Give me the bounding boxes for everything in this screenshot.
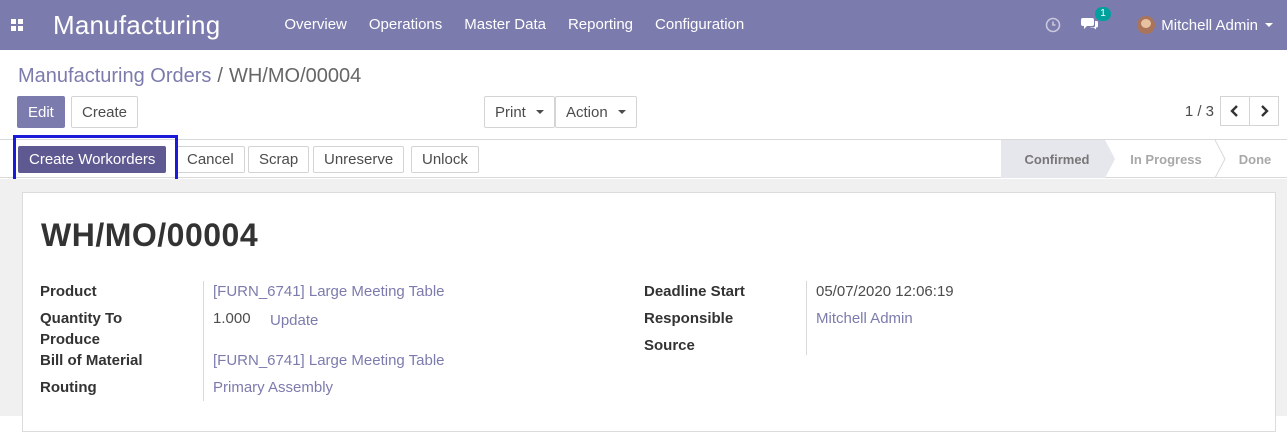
chevron-down-icon: [617, 110, 626, 114]
create-workorders-button[interactable]: Create Workorders: [18, 146, 167, 173]
unlock-button[interactable]: Unlock: [411, 146, 479, 173]
product-label: Product: [40, 283, 97, 300]
routing-label: Routing: [40, 379, 97, 396]
quantity-field: 1.000: [213, 310, 251, 327]
status-step-in-progress[interactable]: In Progress: [1105, 140, 1217, 178]
field-divider: [203, 281, 204, 401]
action-label: Action: [566, 103, 608, 121]
deadline-field: 05/07/2020 12:06:19: [816, 283, 954, 300]
breadcrumb-current: WH/MO/00004: [228, 65, 362, 87]
user-menu[interactable]: Mitchell Admin: [1137, 16, 1273, 34]
top-navbar: Manufacturing Overview Operations Master…: [0, 0, 1287, 50]
menu-item-reporting[interactable]: Reporting: [557, 0, 644, 50]
chevron-down-icon: [535, 110, 544, 114]
page-title: WH/MO/00004: [41, 217, 259, 253]
bom-label: Bill of Material: [40, 352, 143, 369]
message-count-badge: 1: [1095, 6, 1111, 21]
app-name: Manufacturing: [53, 9, 221, 40]
messaging-menu[interactable]: 1: [1081, 6, 1111, 35]
main-menu: Overview Operations Master Data Reportin…: [273, 0, 755, 50]
chevron-right-icon: [1261, 105, 1269, 117]
pager: 1 / 3: [1185, 96, 1279, 126]
breadcrumb-parent-link[interactable]: Manufacturing Orders: [18, 65, 211, 87]
field-divider: [806, 281, 807, 355]
source-label: Source: [644, 337, 695, 354]
cancel-button[interactable]: Cancel: [176, 146, 245, 173]
pager-next-button[interactable]: [1249, 96, 1279, 126]
activity-clock-icon[interactable]: [1045, 17, 1061, 33]
quantity-label-line1: Quantity To: [40, 310, 123, 327]
status-step-confirmed[interactable]: Confirmed: [1001, 140, 1115, 178]
create-button[interactable]: Create: [71, 96, 139, 128]
pager-previous-button[interactable]: [1220, 96, 1250, 126]
avatar: [1137, 16, 1156, 34]
status-step-done[interactable]: Done: [1217, 140, 1287, 178]
update-quantity-button[interactable]: Update: [270, 310, 318, 331]
form-statusbar: Create Workorders Cancel Scrap Unreserve…: [0, 140, 1287, 178]
product-field[interactable]: [FURN_6741] Large Meeting Table: [213, 281, 445, 302]
print-label: Print: [495, 103, 526, 121]
bom-field[interactable]: [FURN_6741] Large Meeting Table: [213, 350, 445, 371]
apps-menu-icon[interactable]: [0, 0, 34, 50]
user-name: Mitchell Admin: [1161, 16, 1258, 34]
quantity-label-line2: Produce: [40, 331, 101, 348]
pager-value[interactable]: 1 / 3: [1185, 103, 1214, 120]
form-sheet: WH/MO/00004 Product [FURN_6741] Large Me…: [22, 192, 1276, 432]
navbar-systray: 1 Mitchell Admin: [1045, 6, 1287, 35]
menu-item-master-data[interactable]: Master Data: [453, 0, 557, 50]
print-dropdown-button[interactable]: Print: [484, 96, 555, 128]
chevron-left-icon: [1230, 105, 1238, 117]
status-steps: Confirmed In Progress Done: [1001, 140, 1287, 178]
breadcrumb: Manufacturing Orders / WH/MO/00004: [18, 65, 361, 88]
deadline-label: Deadline Start: [644, 283, 745, 300]
unreserve-button[interactable]: Unreserve: [313, 146, 405, 173]
action-dropdown-button[interactable]: Action: [555, 96, 637, 128]
edit-button[interactable]: Edit: [17, 96, 65, 128]
breadcrumb-separator: /: [217, 65, 223, 87]
control-panel: Manufacturing Orders / WH/MO/00004: [0, 50, 1287, 140]
quantity-label: Quantity To Produce: [40, 308, 122, 350]
responsible-label: Responsible: [644, 310, 734, 327]
scrap-button[interactable]: Scrap: [248, 146, 310, 173]
responsible-field[interactable]: Mitchell Admin: [816, 308, 913, 329]
menu-item-configuration[interactable]: Configuration: [644, 0, 755, 50]
menu-item-overview[interactable]: Overview: [273, 0, 358, 50]
menu-item-operations[interactable]: Operations: [358, 0, 453, 50]
routing-field[interactable]: Primary Assembly: [213, 377, 333, 398]
step-separator-icon: [1214, 140, 1226, 178]
chevron-down-icon: [1265, 23, 1273, 27]
